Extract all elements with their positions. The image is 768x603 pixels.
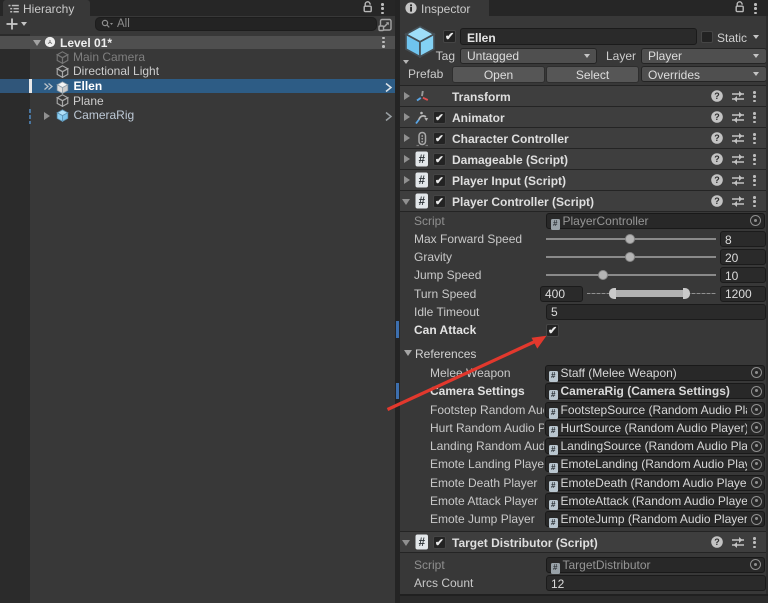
svg-text:?: ? — [714, 537, 720, 547]
svg-text:#: # — [419, 196, 426, 208]
svg-text:?: ? — [714, 112, 720, 122]
svg-text:#: # — [419, 537, 426, 549]
svg-text:#: # — [419, 154, 426, 166]
svg-text:#: # — [419, 175, 426, 187]
svg-text:?: ? — [714, 133, 720, 143]
svg-text:?: ? — [714, 154, 720, 164]
svg-text:?: ? — [714, 175, 720, 185]
svg-text:?: ? — [714, 196, 720, 206]
svg-text:?: ? — [714, 91, 720, 101]
